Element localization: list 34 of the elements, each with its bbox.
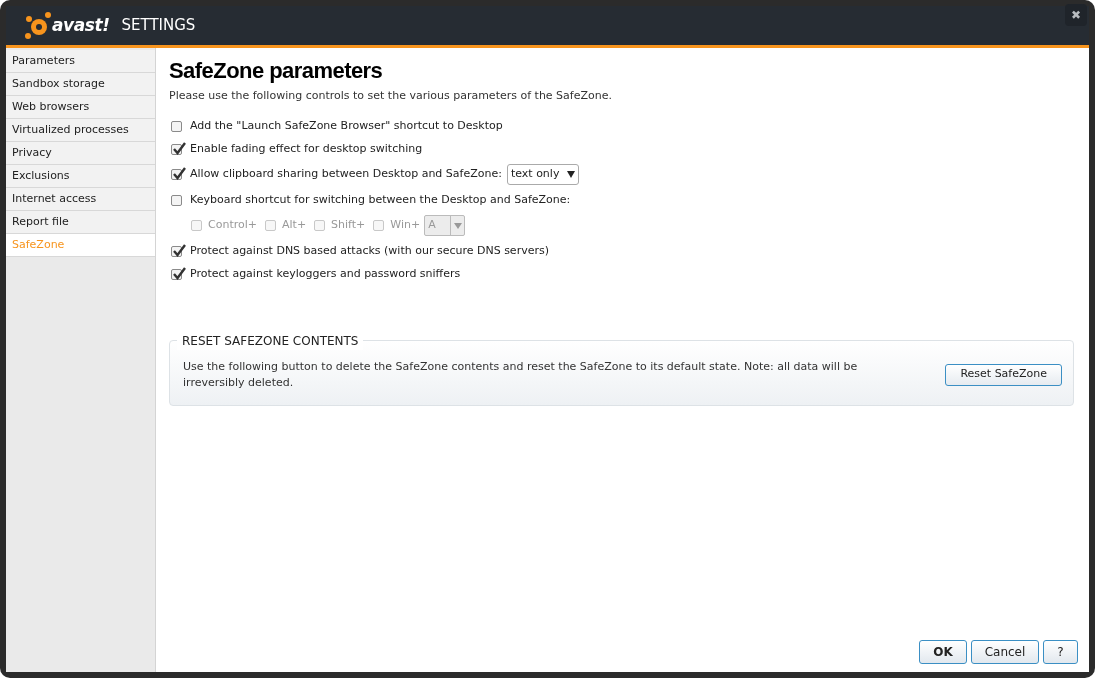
window-title: SETTINGS [121,15,196,37]
reset-description: Use the following button to delete the SafeZone contents and reset the SafeZone to its default state. Note: all data will be irreversibly deleted. [183,358,859,391]
sidebar-item[interactable]: Sandbox storage [6,73,155,96]
sidebar-item[interactable]: Privacy [6,142,155,165]
clipboard-dropdown[interactable]: text only [506,164,580,185]
sidebar-item[interactable]: Internet access [6,188,155,211]
key-label: Control+ [208,217,257,234]
option-label: Add the "Launch SafeZone Browser" shortcut to Desktop [190,117,503,134]
sidebar-item[interactable]: Report file [6,211,155,234]
reset-safezone-button[interactable]: Reset SafeZone [945,363,1062,386]
logo-icon [24,10,54,41]
option-label: Protect against keyloggers and password sniffers [190,265,461,282]
sidebar-item[interactable]: Parameters [6,50,155,73]
checkbox[interactable] [171,120,182,132]
option-label: Keyboard shortcut for switching between the Desktop and SafeZone: [190,191,571,208]
caret-icon [567,171,576,178]
caret-icon [453,222,462,229]
sidebar-item[interactable]: Virtualized processes [6,119,155,142]
checkbox[interactable] [171,194,182,206]
key-label: Win+ [390,217,421,234]
dialog-button[interactable]: ? [1043,640,1078,664]
key-label: Alt+ [282,217,307,234]
dialog-button[interactable]: Cancel [971,640,1039,664]
option-label: Allow clipboard sharing between Desktop and SafeZone: [190,166,502,183]
page-heading: SafeZone parameters [169,57,384,85]
key-label: Shift+ [331,217,366,234]
dialog-button[interactable]: OK [919,640,967,664]
sidebar-item[interactable]: Web browsers [6,96,155,119]
option-label: Protect against DNS based attacks (with our secure DNS servers) [190,242,549,259]
intro-text: Please use the following controls to set the various parameters of the SafeZone. [169,88,613,104]
logo-text: avast! [52,13,110,37]
close-button[interactable]: ✖ [1065,3,1087,26]
sidebar-item[interactable]: Exclusions [6,165,155,188]
option-label: Enable fading effect for desktop switching [190,140,423,157]
